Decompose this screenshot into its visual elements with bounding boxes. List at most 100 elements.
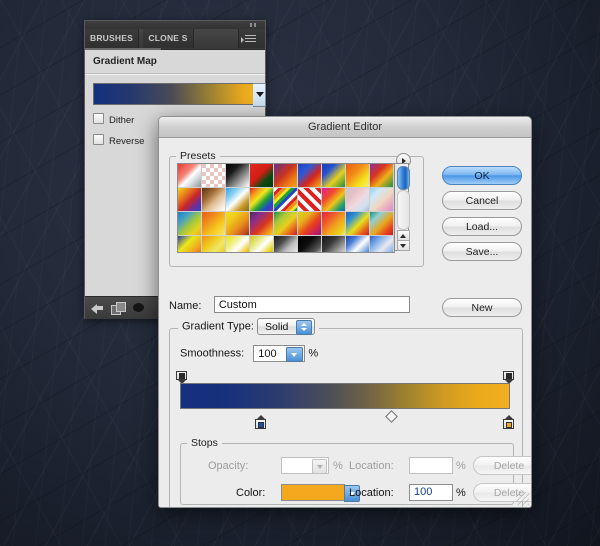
presets-inner [177, 153, 417, 255]
preset-swatch[interactable] [250, 164, 274, 188]
cancel-button[interactable]: Cancel [442, 191, 522, 210]
preset-swatch[interactable] [322, 188, 346, 212]
smoothness-input[interactable]: 100 [253, 345, 306, 362]
scroll-down-arrow-icon[interactable] [397, 240, 410, 251]
dither-label: Dither [109, 115, 135, 126]
preset-swatch[interactable] [274, 164, 298, 188]
preset-swatch[interactable] [202, 164, 226, 188]
preset-swatch[interactable] [298, 212, 322, 236]
screen: BRUSHES CLONE S ADJUSTMENTS Gradient Map… [0, 0, 600, 546]
dither-checkbox[interactable] [93, 113, 104, 124]
preset-swatch[interactable] [322, 164, 346, 188]
preset-swatch[interactable] [298, 188, 322, 212]
back-arrow-icon[interactable] [91, 302, 104, 314]
preset-swatch[interactable] [226, 212, 250, 236]
preset-swatch[interactable] [346, 188, 370, 212]
preset-swatch[interactable] [202, 236, 226, 252]
dialog-title: Gradient Editor [159, 117, 531, 138]
gradient-picker-dropdown-icon[interactable] [253, 83, 266, 107]
ok-button[interactable]: OK [442, 166, 522, 185]
gradient-midpoint-marker[interactable] [385, 410, 398, 423]
color-stop-1[interactable] [255, 415, 266, 429]
load-button[interactable]: Load... [442, 217, 522, 236]
preset-swatch[interactable] [178, 236, 202, 252]
chevron-down-icon[interactable] [286, 347, 304, 362]
tab-brushes[interactable]: BRUSHES [85, 29, 139, 48]
tab-clone-source[interactable]: CLONE S [143, 29, 194, 48]
color-location-input[interactable]: 100 [409, 484, 453, 501]
preset-swatch[interactable] [226, 164, 250, 188]
resize-grip-icon[interactable] [516, 492, 529, 505]
presets-grid[interactable] [178, 164, 394, 252]
opacity-input[interactable] [281, 457, 329, 474]
opacity-location-unit: % [456, 460, 466, 472]
reverse-checkbox[interactable] [93, 134, 104, 145]
presets-scrollbar[interactable] [394, 163, 410, 251]
opacity-delete-button[interactable]: Delete [473, 456, 531, 475]
color-swatch-button[interactable] [281, 484, 360, 502]
preset-swatch[interactable] [298, 164, 322, 188]
smoothness-value: 100 [258, 348, 277, 360]
preset-swatch[interactable] [370, 164, 394, 188]
panel-tab-bar: BRUSHES CLONE S ADJUSTMENTS [85, 29, 265, 68]
panel-top-strip [85, 21, 265, 29]
color-label: Color: [236, 487, 266, 499]
preset-swatch[interactable] [370, 188, 394, 212]
gradient-type-select[interactable]: Solid [257, 318, 316, 335]
gradient-map-preview-wrap [93, 83, 266, 107]
panel-heading: Gradient Map [93, 56, 157, 67]
presets-scroll-thumb[interactable] [397, 166, 410, 190]
preset-swatch[interactable] [274, 236, 298, 252]
reverse-label: Reverse [109, 136, 145, 147]
stops-legend: Stops [191, 437, 218, 449]
preset-swatch[interactable] [274, 212, 298, 236]
smoothness-unit: % [308, 347, 319, 360]
preset-swatch[interactable] [226, 188, 250, 212]
smoothness-label: Smoothness: [180, 347, 245, 360]
name-label: Name: [169, 300, 202, 312]
save-button[interactable]: Save... [442, 242, 522, 261]
preset-swatch[interactable] [322, 212, 346, 236]
preset-swatch[interactable] [250, 236, 274, 252]
color-stop-2[interactable] [503, 415, 514, 429]
presets-scroll-track[interactable] [397, 190, 410, 230]
panel-grip-dots-icon [250, 23, 258, 27]
panel-divider [85, 73, 265, 75]
preset-swatch[interactable] [370, 212, 394, 236]
new-button[interactable]: New [442, 298, 522, 317]
opacity-unit: % [333, 460, 343, 472]
stepper-arrows-icon[interactable] [296, 320, 313, 335]
preset-swatch[interactable] [346, 236, 370, 252]
preset-swatch[interactable] [346, 212, 370, 236]
preset-swatch[interactable] [346, 164, 370, 188]
opacity-label: Opacity: [208, 460, 249, 472]
gradient-editor-dialog: Gradient Editor Presets OK Cancel Load..… [158, 116, 532, 508]
preset-swatch[interactable] [178, 164, 202, 188]
presets-group: Presets [169, 150, 424, 267]
dialog-content: Presets OK Cancel Load... Save... New Na… [159, 138, 531, 507]
gradient-map-preview[interactable] [93, 83, 257, 105]
name-row: Name: [169, 296, 439, 314]
preset-swatch[interactable] [178, 188, 202, 212]
toggle-visibility-icon[interactable] [133, 302, 145, 314]
opacity-chevron-down-icon[interactable] [312, 459, 327, 474]
preset-swatch[interactable] [202, 188, 226, 212]
preset-swatch[interactable] [274, 188, 298, 212]
gradient-strip[interactable] [180, 383, 510, 409]
opacity-location-label: Location: [349, 460, 394, 472]
presets-list[interactable] [177, 163, 395, 253]
preset-swatch[interactable] [202, 212, 226, 236]
opacity-location-input[interactable] [409, 457, 453, 474]
smoothness-row: Smoothness: 100 % [180, 345, 318, 362]
preset-swatch[interactable] [370, 236, 394, 252]
preset-swatch[interactable] [298, 236, 322, 252]
gradient-name-input[interactable] [213, 296, 410, 314]
preset-swatch[interactable] [226, 236, 250, 252]
panel-menu-icon[interactable] [238, 29, 265, 48]
preset-swatch[interactable] [322, 236, 346, 252]
preset-swatch[interactable] [178, 212, 202, 236]
clip-to-layer-icon[interactable] [111, 302, 126, 315]
preset-swatch[interactable] [250, 212, 274, 236]
preset-swatch[interactable] [250, 188, 274, 212]
presets-legend: Presets [180, 150, 216, 162]
